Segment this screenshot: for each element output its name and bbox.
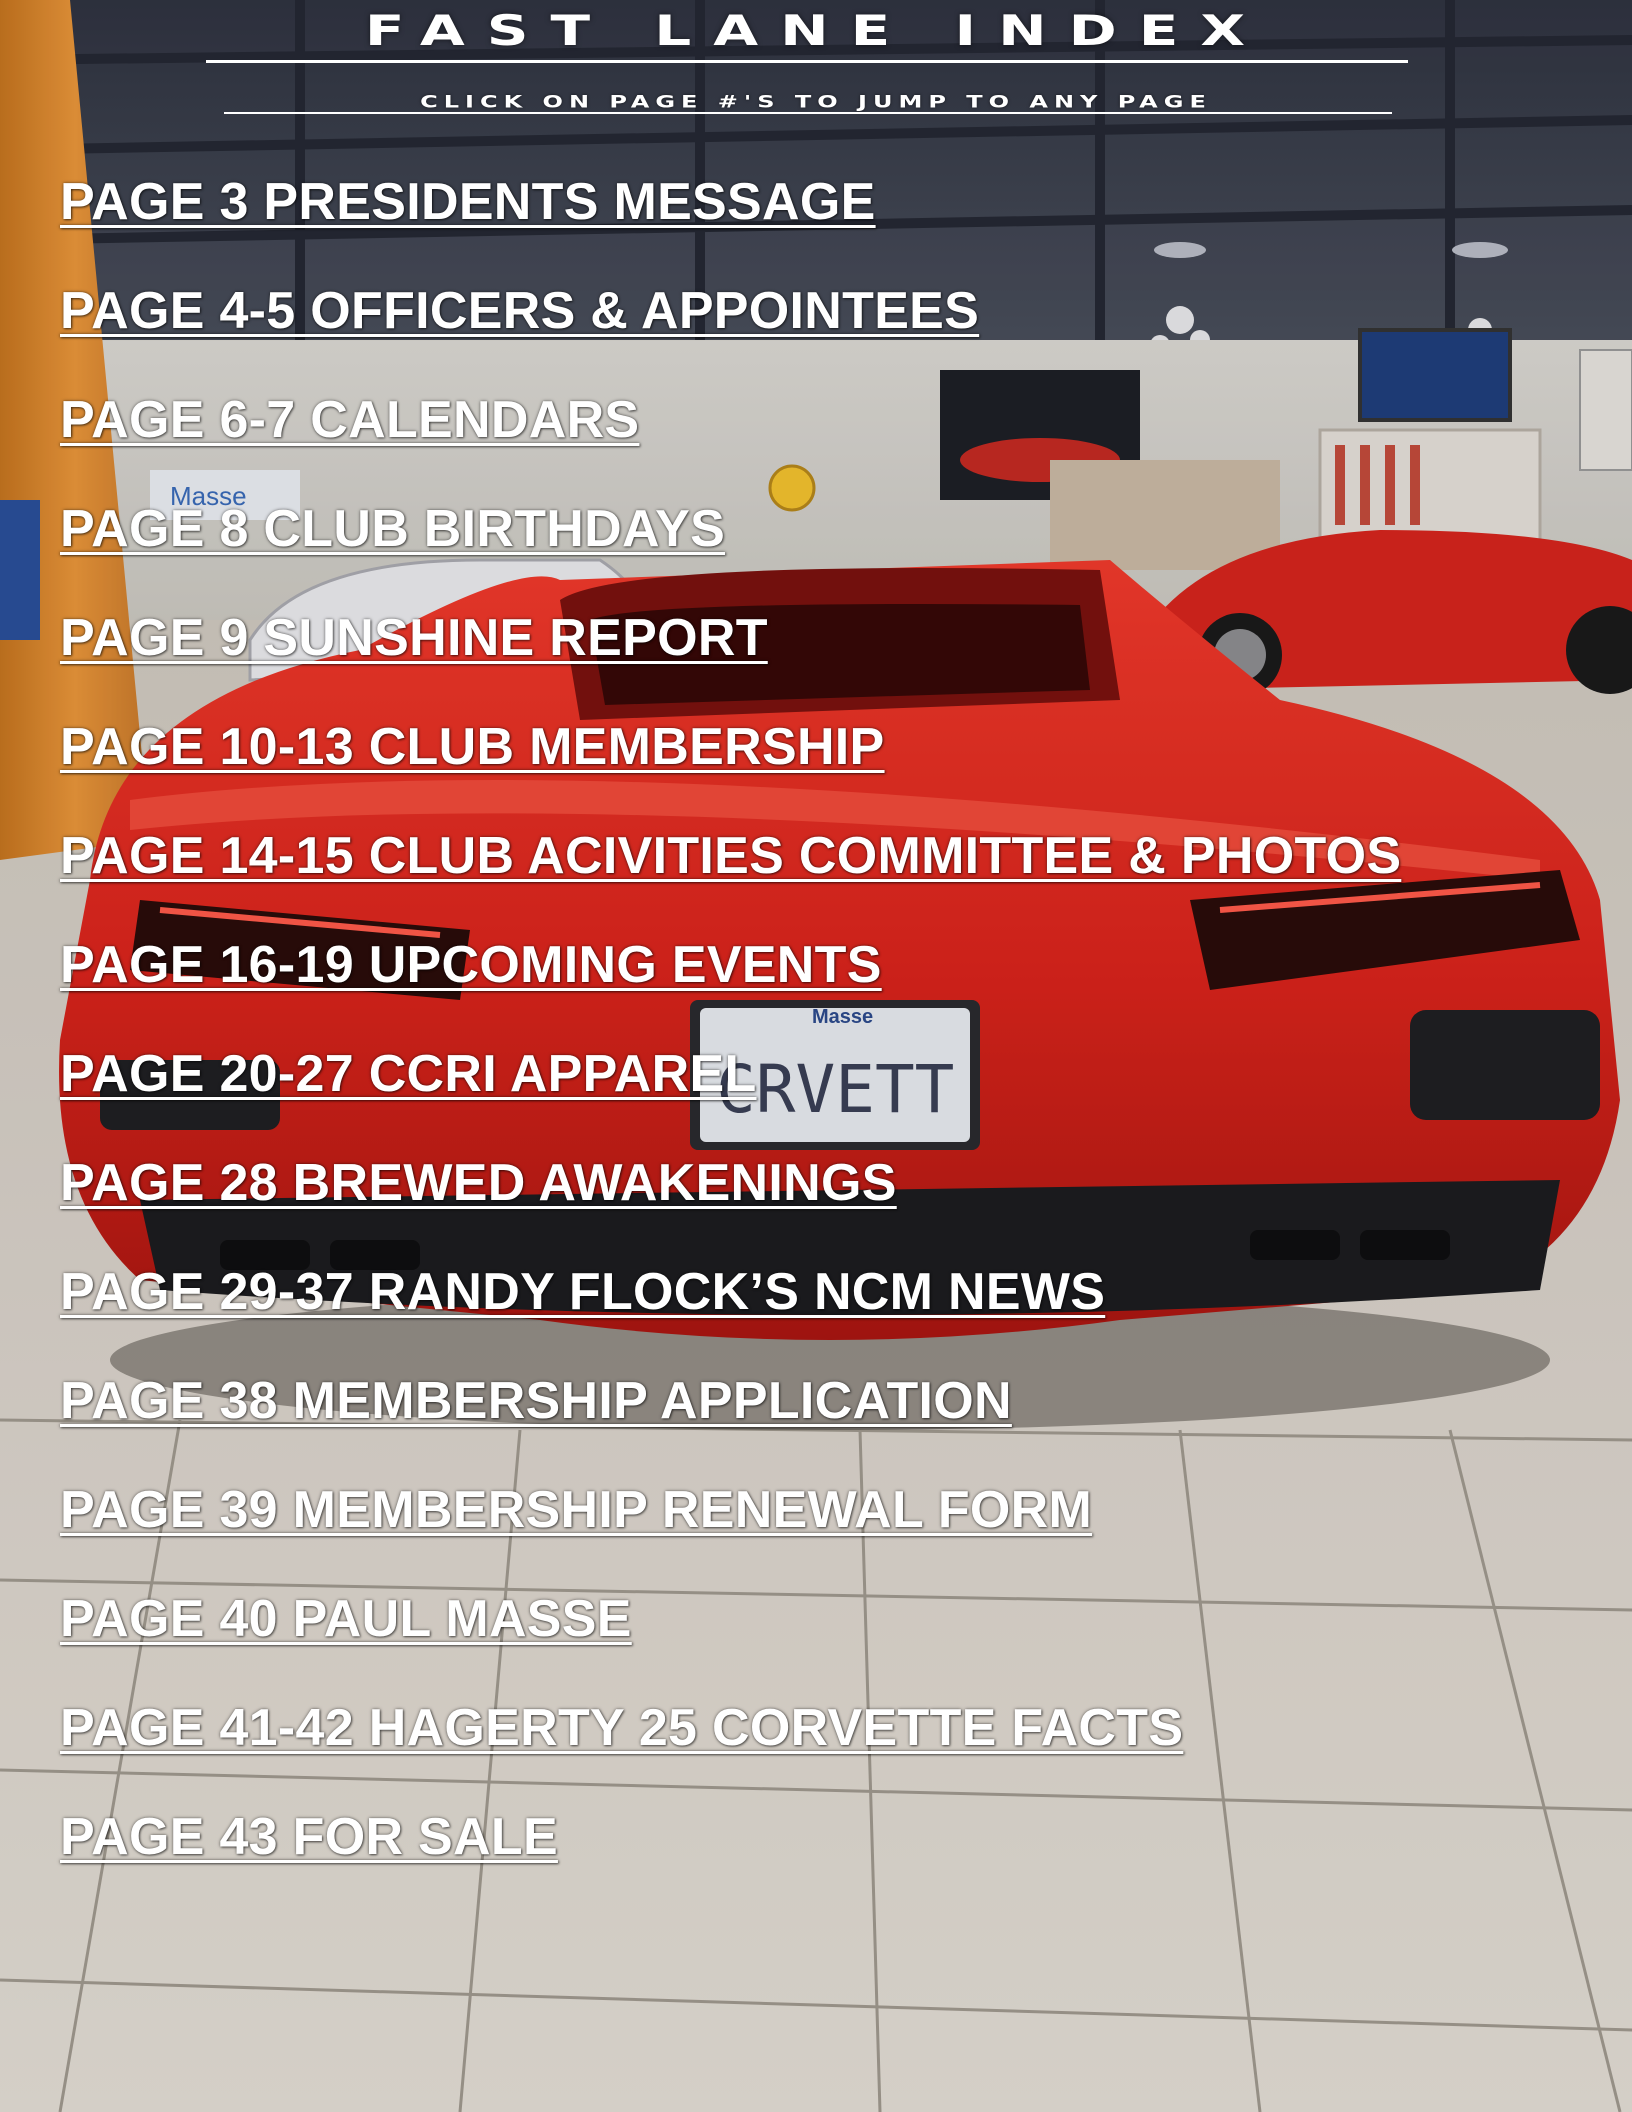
list-item: PAGE 39 MEMBERSHIP RENEWAL FORM xyxy=(60,1476,1401,1585)
index-link-officers-appointees[interactable]: PAGE 4-5 OFFICERS & APPOINTEES xyxy=(60,277,979,345)
list-item: PAGE 3 PRESIDENTS MESSAGE xyxy=(60,168,1401,277)
index-link-hagerty-facts[interactable]: PAGE 41-42 HAGERTY 25 CORVETTE FACTS xyxy=(60,1694,1183,1762)
list-item: PAGE 28 BREWED AWAKENINGS xyxy=(60,1149,1401,1258)
list-item: PAGE 8 CLUB BIRTHDAYS xyxy=(60,495,1401,604)
index-link-paul-masse[interactable]: PAGE 40 PAUL MASSE xyxy=(60,1585,632,1653)
list-item: PAGE 41-42 HAGERTY 25 CORVETTE FACTS xyxy=(60,1694,1401,1803)
index-link-club-membership[interactable]: PAGE 10-13 CLUB MEMBERSHIP xyxy=(60,713,885,781)
list-item: PAGE 40 PAUL MASSE xyxy=(60,1585,1401,1694)
index-list: PAGE 3 PRESIDENTS MESSAGE PAGE 4-5 OFFIC… xyxy=(60,168,1401,1912)
list-item: PAGE 6-7 CALENDARS xyxy=(60,386,1401,495)
list-item: PAGE 43 FOR SALE xyxy=(60,1803,1401,1912)
index-link-club-birthdays[interactable]: PAGE 8 CLUB BIRTHDAYS xyxy=(60,495,725,563)
list-item: PAGE 9 SUNSHINE REPORT xyxy=(60,604,1401,713)
index-link-membership-application[interactable]: PAGE 38 MEMBERSHIP APPLICATION xyxy=(60,1367,1012,1435)
list-item: PAGE 16-19 UPCOMING EVENTS xyxy=(60,931,1401,1040)
index-link-upcoming-events[interactable]: PAGE 16-19 UPCOMING EVENTS xyxy=(60,931,882,999)
list-item: PAGE 14-15 CLUB ACIVITIES COMMITTEE & PH… xyxy=(60,822,1401,931)
index-link-ccri-apparel[interactable]: PAGE 20-27 CCRI APPAREL xyxy=(60,1040,757,1108)
index-link-calendars[interactable]: PAGE 6-7 CALENDARS xyxy=(60,386,639,454)
index-link-for-sale[interactable]: PAGE 43 FOR SALE xyxy=(60,1803,558,1871)
page-subtitle: CLICK ON PAGE #'S TO JUMP TO ANY PAGE xyxy=(420,92,1212,112)
index-link-club-activities[interactable]: PAGE 14-15 CLUB ACIVITIES COMMITTEE & PH… xyxy=(60,822,1401,890)
index-link-ncm-news[interactable]: PAGE 29-37 RANDY FLOCK’S NCM NEWS xyxy=(60,1258,1105,1326)
list-item: PAGE 4-5 OFFICERS & APPOINTEES xyxy=(60,277,1401,386)
list-item: PAGE 38 MEMBERSHIP APPLICATION xyxy=(60,1367,1401,1476)
list-item: PAGE 10-13 CLUB MEMBERSHIP xyxy=(60,713,1401,822)
list-item: PAGE 29-37 RANDY FLOCK’S NCM NEWS xyxy=(60,1258,1401,1367)
index-link-sunshine-report[interactable]: PAGE 9 SUNSHINE REPORT xyxy=(60,604,768,672)
list-item: PAGE 20-27 CCRI APPAREL xyxy=(60,1040,1401,1149)
subtitle-underline xyxy=(224,112,1392,114)
index-link-brewed-awakenings[interactable]: PAGE 28 BREWED AWAKENINGS xyxy=(60,1149,897,1217)
index-link-presidents-message[interactable]: PAGE 3 PRESIDENTS MESSAGE xyxy=(60,168,876,236)
page-title: FAST LANE INDEX xyxy=(364,6,1268,55)
index-link-membership-renewal[interactable]: PAGE 39 MEMBERSHIP RENEWAL FORM xyxy=(60,1476,1092,1544)
title-underline xyxy=(206,60,1408,63)
